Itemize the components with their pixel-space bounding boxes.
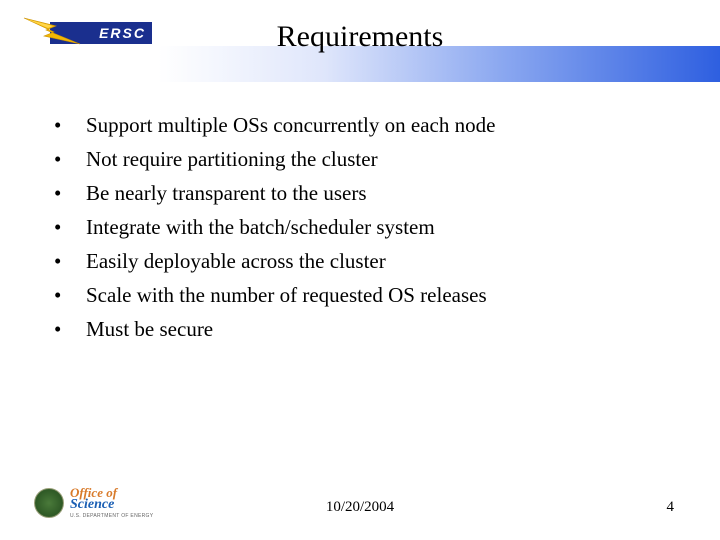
bullet-list: • Support multiple OSs concurrently on e… bbox=[52, 113, 652, 351]
bullet-icon: • bbox=[52, 215, 86, 240]
list-item: • Integrate with the batch/scheduler sys… bbox=[52, 215, 652, 240]
bullet-icon: • bbox=[52, 317, 86, 342]
logo-line-2: Science bbox=[70, 498, 153, 512]
list-item: • Support multiple OSs concurrently on e… bbox=[52, 113, 652, 138]
list-item-text: Scale with the number of requested OS re… bbox=[86, 283, 652, 308]
list-item: • Scale with the number of requested OS … bbox=[52, 283, 652, 308]
doe-seal-icon bbox=[34, 488, 64, 518]
office-of-science-logo: Office of Science U.S. DEPARTMENT OF ENE… bbox=[34, 486, 154, 526]
footer-page-number: 4 bbox=[667, 499, 675, 516]
list-item-text: Integrate with the batch/scheduler syste… bbox=[86, 215, 652, 240]
list-item-text: Support multiple OSs concurrently on eac… bbox=[86, 113, 652, 138]
bullet-icon: • bbox=[52, 283, 86, 308]
list-item-text: Must be secure bbox=[86, 317, 652, 342]
list-item: • Easily deployable across the cluster bbox=[52, 249, 652, 274]
bullet-icon: • bbox=[52, 249, 86, 274]
nersc-logo: ERSC bbox=[22, 10, 152, 50]
list-item-text: Not require partitioning the cluster bbox=[86, 147, 652, 172]
bullet-icon: • bbox=[52, 113, 86, 138]
list-item: • Not require partitioning the cluster bbox=[52, 147, 652, 172]
office-of-science-text: Office of Science U.S. DEPARTMENT OF ENE… bbox=[70, 486, 153, 519]
nersc-badge-text: ERSC bbox=[99, 25, 146, 41]
list-item-text: Be nearly transparent to the users bbox=[86, 181, 652, 206]
logo-line-3: U.S. DEPARTMENT OF ENERGY bbox=[70, 514, 153, 519]
list-item: • Be nearly transparent to the users bbox=[52, 181, 652, 206]
bullet-icon: • bbox=[52, 147, 86, 172]
lightning-bolt-icon bbox=[22, 10, 82, 50]
bullet-icon: • bbox=[52, 181, 86, 206]
list-item: • Must be secure bbox=[52, 317, 652, 342]
list-item-text: Easily deployable across the cluster bbox=[86, 249, 652, 274]
